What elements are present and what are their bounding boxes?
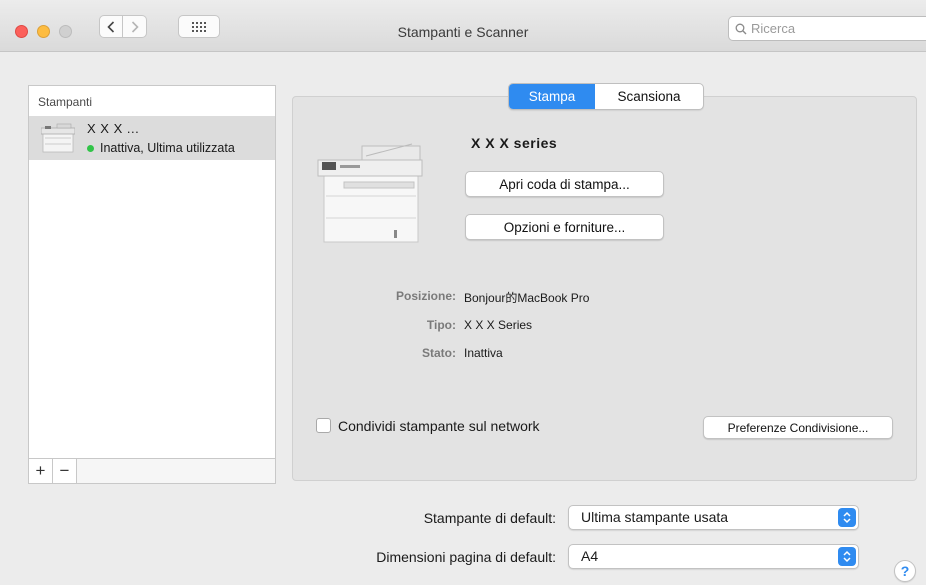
status-dot-icon [87, 144, 94, 152]
search-icon [735, 23, 747, 34]
default-printer-select[interactable]: Ultima stampante usata [568, 505, 859, 530]
tab-bar: Stampa Scansiona [508, 83, 704, 110]
state-label: Stato: [422, 346, 456, 360]
default-paper-select[interactable]: A4 [568, 544, 859, 569]
printer-icon [41, 123, 75, 153]
printer-image [317, 143, 423, 243]
location-value: Bonjour的MacBook Pro [464, 291, 590, 305]
tab-print[interactable]: Stampa [509, 84, 595, 109]
printer-name: X X X ... [87, 121, 140, 136]
type-value: X X X Series [464, 318, 533, 332]
help-button[interactable]: ? [894, 560, 916, 582]
location-label: Posizione: [395, 289, 456, 303]
select-arrows-icon [838, 508, 856, 527]
printer-status-text: Inattiva, Ultima utilizzata [100, 141, 235, 155]
add-printer-button[interactable]: + [29, 459, 53, 483]
state-value: Inattiva [464, 346, 503, 360]
select-arrows-icon [838, 547, 856, 566]
printer-status: Inattiva, Ultima utilizzata [87, 141, 235, 155]
default-paper-label: Dimensioni pagina di default: [376, 549, 556, 565]
share-printer-label[interactable]: Condividi stampante sul network [338, 418, 540, 434]
open-print-queue-button[interactable]: Apri coda di stampa... [465, 171, 664, 197]
search-field[interactable] [728, 16, 926, 41]
printer-list-item[interactable]: X X X ... Inattiva, Ultima utilizzata [29, 116, 275, 160]
type-label: Tipo: [426, 318, 456, 332]
printer-list: Stampanti X X X ... Inattiva, Ultima uti… [28, 85, 276, 484]
search-input[interactable] [751, 21, 911, 36]
default-printer-value: Ultima stampante usata [581, 509, 729, 525]
printer-list-header: Stampanti [38, 95, 93, 109]
remove-printer-button[interactable]: − [53, 459, 77, 483]
options-supplies-button[interactable]: Opzioni e forniture... [465, 214, 664, 240]
printer-model-name: X X X series [471, 135, 558, 151]
sharing-preferences-button[interactable]: Preferenze Condivisione... [703, 416, 893, 439]
tab-scan[interactable]: Scansiona [595, 84, 703, 109]
printer-list-footer: + − [29, 458, 275, 483]
share-printer-checkbox[interactable] [316, 418, 331, 433]
default-paper-value: A4 [581, 548, 599, 564]
title-bar: Stampanti e Scanner [0, 0, 926, 52]
default-printer-label: Stampante di default: [423, 510, 556, 526]
